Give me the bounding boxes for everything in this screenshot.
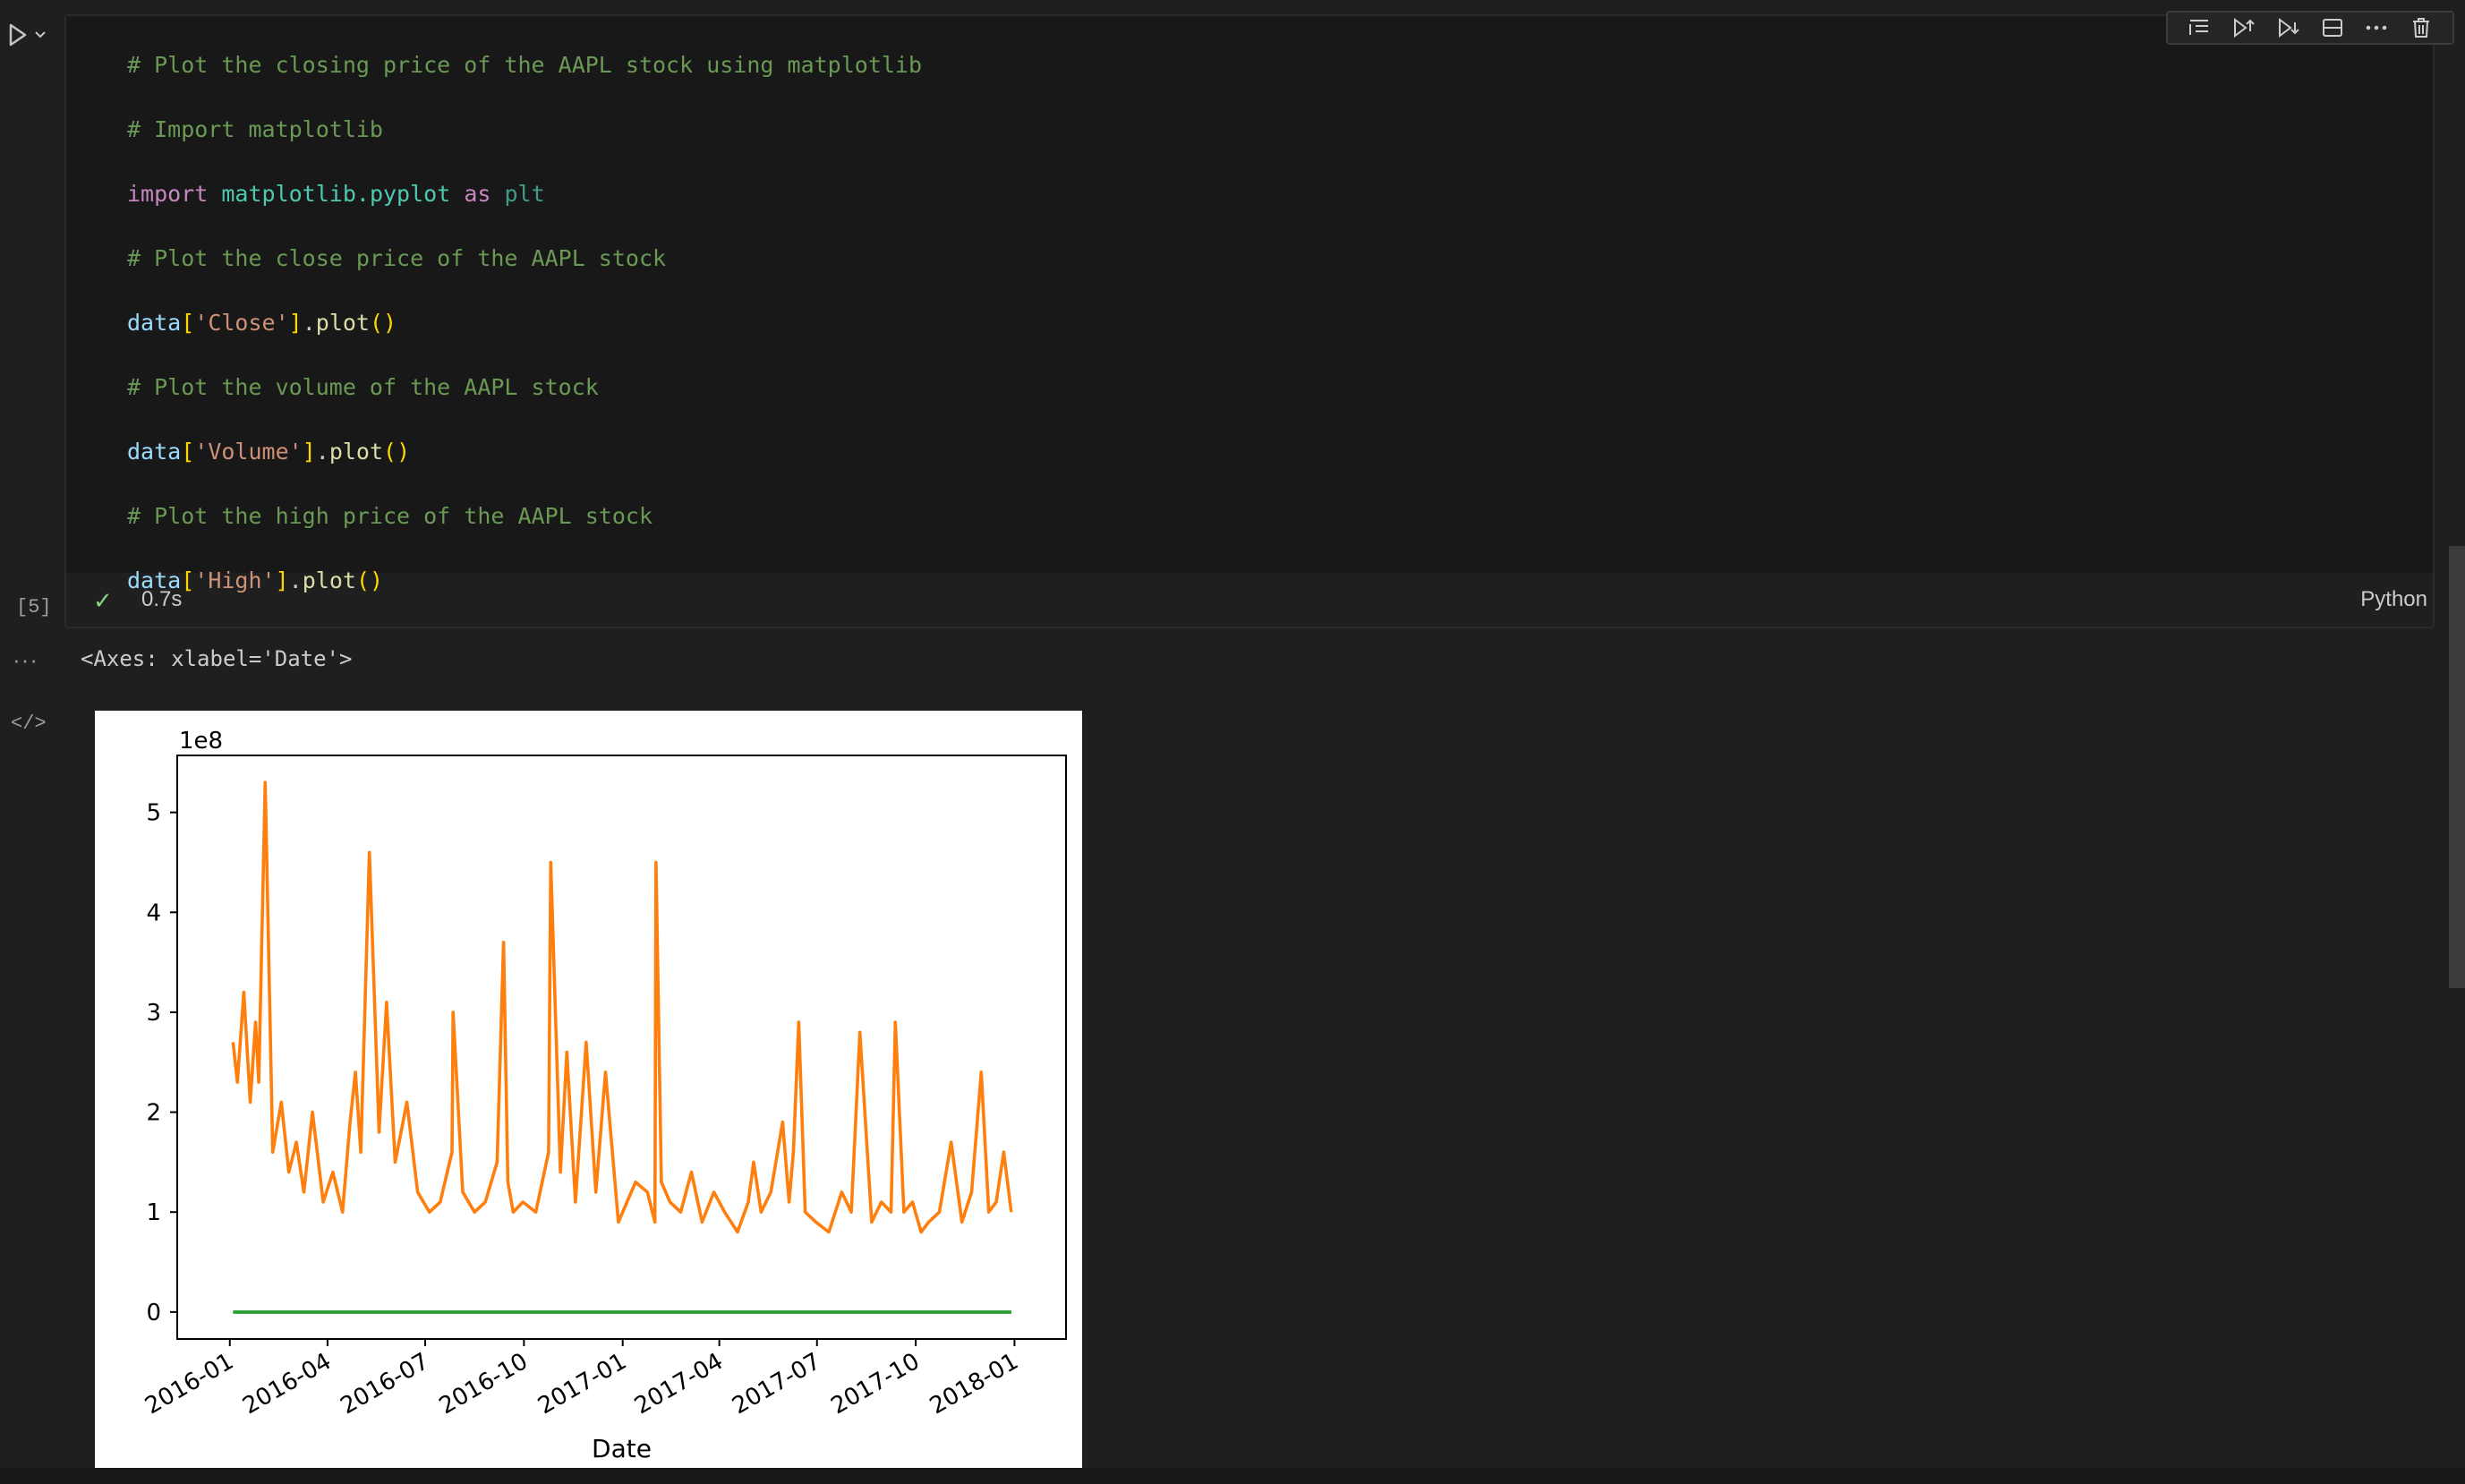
code-editor[interactable]: # Plot the closing price of the AAPL sto… [66, 16, 2433, 593]
code-token: # Plot the volume of the AAPL stock [127, 374, 599, 400]
chevron-down-icon[interactable] [34, 30, 47, 39]
code-token: plot [315, 310, 370, 336]
code-token: () [383, 439, 411, 465]
y-tick-label: 1 [146, 1199, 161, 1226]
code-line: # Plot the close price of the AAPL stock [127, 245, 666, 271]
code-token: ] [302, 439, 316, 465]
code-cell[interactable]: # Plot the closing price of the AAPL sto… [64, 11, 2454, 628]
output-more-icon[interactable]: ··· [13, 646, 38, 674]
execute-below-icon[interactable] [2228, 14, 2258, 41]
x-tick-label: 2018-01 [925, 1348, 1023, 1420]
y-tick-label: 3 [146, 1000, 161, 1027]
code-line: # Plot the closing price of the AAPL sto… [127, 52, 922, 78]
code-line: import matplotlib.pyplot as plt [127, 181, 545, 207]
cell-language[interactable]: Python [2360, 587, 2427, 612]
line-chart: 0123451e82016-01 2016-04 2016-07 2016-10 201… [141, 728, 1067, 1463]
bottom-edge [0, 1468, 2465, 1484]
code-token: matplotlib.pyplot [221, 181, 451, 207]
x-tick-label: 2016-01 [141, 1348, 238, 1420]
code-token: ] [288, 310, 303, 336]
code-token: # Plot the closing price of the AAPL sto… [127, 52, 923, 78]
code-token: [ [181, 310, 195, 336]
plot-output: 0 1 2 3 4 5 1e8 2016-01 2016-04 2016-07 2016-10 201… [95, 711, 1082, 1468]
execution-duration: 0.7s [141, 587, 183, 611]
code-line: # Import matplotlib [127, 116, 383, 142]
execute-above-icon[interactable] [2184, 14, 2214, 41]
code-token: import [127, 181, 209, 207]
code-line: data['Close'].plot() [127, 310, 397, 336]
code-line: # Plot the high price of the AAPL stock [127, 503, 652, 529]
x-tick-label: 2016-04 [238, 1348, 336, 1420]
y-offset-text: 1e8 [179, 728, 223, 755]
code-token: data [127, 310, 182, 336]
x-tick-label: 2017-01 [533, 1348, 631, 1420]
plot-frame [176, 755, 1067, 1340]
code-line: data['Volume'].plot() [127, 439, 410, 465]
execute-and-below-icon[interactable] [2273, 14, 2303, 41]
output-code-icon[interactable]: </> [11, 712, 47, 735]
x-tick-label: 2017-07 [728, 1348, 825, 1420]
code-token: # Plot the high price of the AAPL stock [127, 503, 652, 529]
output-text: <Axes: xlabel='Date'> [81, 646, 353, 671]
execution-count: [5] [16, 596, 52, 618]
y-tick-label: 4 [146, 900, 161, 926]
code-token: plot [328, 439, 384, 465]
y-tick-label: 0 [146, 1300, 161, 1326]
y-tick-label: 5 [146, 800, 161, 827]
success-check-icon: ✓ [93, 587, 113, 614]
code-token: 'Volume' [194, 439, 303, 465]
run-cell-button[interactable] [7, 18, 55, 52]
y-tick-label: 2 [146, 1100, 161, 1127]
code-line: # Plot the volume of the AAPL stock [127, 374, 599, 400]
x-tick-label: 2017-04 [630, 1348, 728, 1420]
cell-status-bar: ✓ 0.7s Python [66, 573, 2433, 627]
code-token: as [464, 181, 491, 207]
x-tick-label: 2017-10 [827, 1348, 925, 1420]
code-token: # Import matplotlib [127, 116, 383, 142]
x-axis-label: Date [592, 1434, 652, 1463]
code-token: data [127, 439, 182, 465]
more-icon[interactable] [2361, 14, 2392, 41]
code-token: . [315, 439, 329, 465]
x-tick-label: 2016-10 [435, 1348, 533, 1420]
cell-toolbar [2166, 11, 2454, 45]
x-tick-label: 2016-07 [336, 1348, 433, 1420]
code-token: [ [181, 439, 195, 465]
split-cell-icon[interactable] [2317, 14, 2348, 41]
code-token: plt [504, 181, 545, 207]
vertical-scrollbar[interactable] [2449, 546, 2465, 988]
play-icon [9, 23, 27, 47]
code-token: . [302, 310, 316, 336]
delete-icon[interactable] [2406, 14, 2436, 41]
series-line-volume [231, 780, 1013, 1234]
code-token: () [369, 310, 397, 336]
code-token: # Plot the close price of the AAPL stock [127, 245, 667, 271]
code-token: 'Close' [194, 310, 289, 336]
